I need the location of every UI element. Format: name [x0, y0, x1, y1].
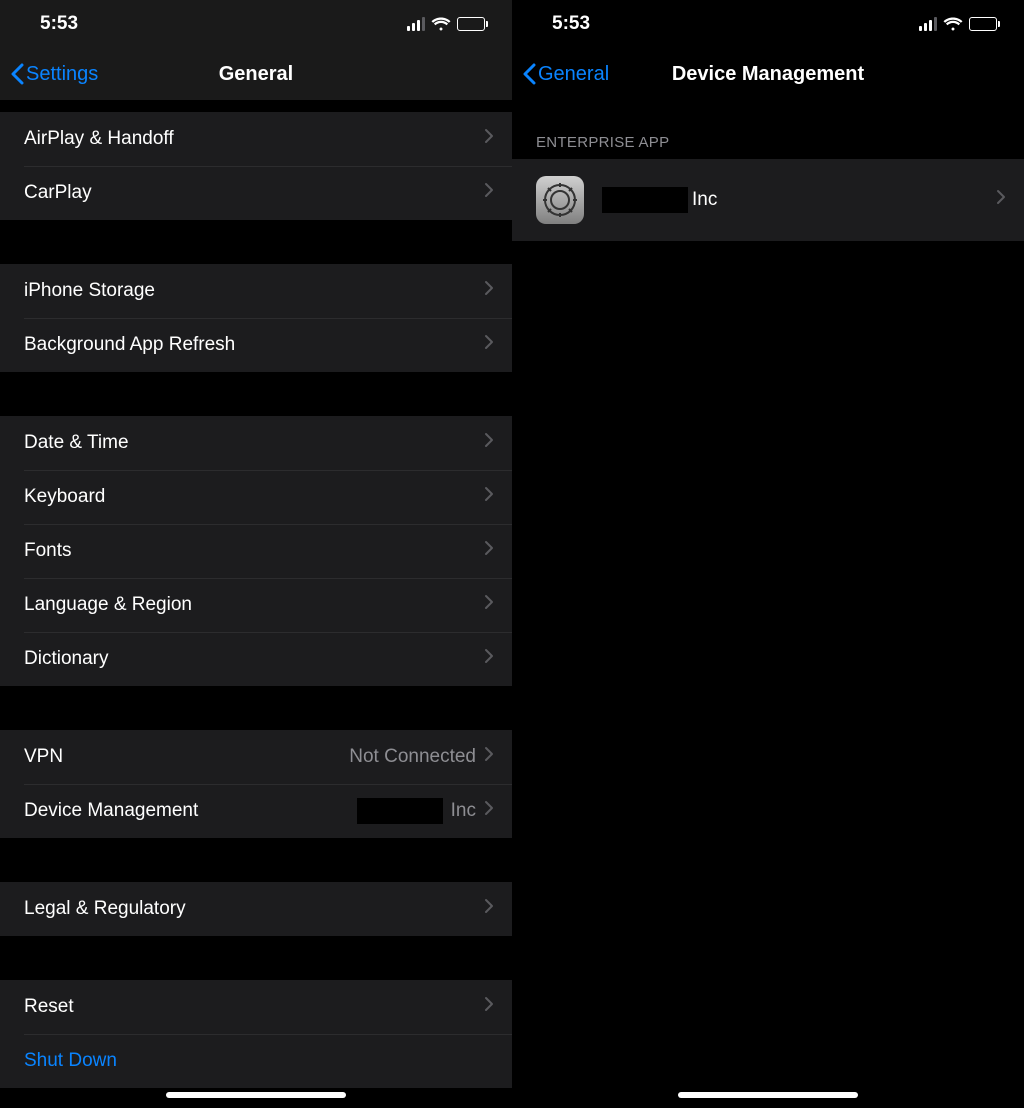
row-storage[interactable]: iPhone Storage [0, 264, 512, 318]
battery-icon [969, 17, 1000, 31]
status-bar: 5:53 [512, 0, 1024, 48]
row-carplay[interactable]: CarPlay [0, 166, 512, 220]
home-indicator[interactable] [678, 1092, 858, 1098]
row-reset[interactable]: Reset [0, 980, 512, 1034]
cellular-signal-icon [407, 17, 425, 31]
nav-bar: Settings General [0, 48, 512, 100]
chevron-right-icon [484, 648, 494, 670]
redacted-text [357, 798, 443, 824]
back-button[interactable]: Settings [10, 63, 98, 86]
row-datetime[interactable]: Date & Time [0, 416, 512, 470]
chevron-right-icon [484, 182, 494, 204]
row-dictionary[interactable]: Dictionary [0, 632, 512, 686]
battery-icon [457, 17, 488, 31]
back-label: General [538, 63, 609, 86]
chevron-right-icon [996, 189, 1006, 211]
row-label: Reset [24, 996, 484, 1018]
row-label: Device Management [24, 800, 357, 822]
nav-bar: General Device Management [512, 48, 1024, 100]
chevron-right-icon [484, 334, 494, 356]
redacted-text [602, 187, 688, 213]
chevron-right-icon [484, 746, 494, 768]
row-label: VPN [24, 746, 349, 768]
chevron-right-icon [484, 898, 494, 920]
chevron-right-icon [484, 800, 494, 822]
row-value: Inc [357, 798, 476, 824]
back-label: Settings [26, 63, 98, 86]
row-label: CarPlay [24, 182, 484, 204]
row-label: Fonts [24, 540, 484, 562]
row-devicemgmt[interactable]: Device ManagementInc [0, 784, 512, 838]
chevron-right-icon [484, 594, 494, 616]
general-settings-screen: 5:53 Settings General AirPlay & Handoff C… [0, 0, 512, 1108]
row-langregion[interactable]: Language & Region [0, 578, 512, 632]
profile-gear-icon [536, 176, 584, 224]
chevron-right-icon [484, 280, 494, 302]
chevron-right-icon [484, 540, 494, 562]
row-shutdown[interactable]: Shut Down [0, 1034, 512, 1088]
home-indicator[interactable] [166, 1092, 346, 1098]
row-label: Date & Time [24, 432, 484, 454]
row-legal[interactable]: Legal & Regulatory [0, 882, 512, 936]
profile-list: ENTERPRISE APP Inc [512, 100, 1024, 1108]
profile-name: Inc [602, 187, 996, 213]
chevron-left-icon [522, 63, 536, 85]
row-label: Background App Refresh [24, 334, 484, 356]
chevron-right-icon [484, 128, 494, 150]
chevron-right-icon [484, 486, 494, 508]
status-time: 5:53 [552, 13, 590, 35]
row-value: Not Connected [349, 746, 476, 768]
status-icons [919, 17, 1000, 31]
profile-name-suffix: Inc [692, 189, 717, 211]
row-label: Dictionary [24, 648, 484, 670]
status-icons [407, 17, 488, 31]
row-label: Legal & Regulatory [24, 898, 484, 920]
row-label: Shut Down [24, 1050, 494, 1072]
status-time: 5:53 [40, 13, 78, 35]
row-bgrefresh[interactable]: Background App Refresh [0, 318, 512, 372]
chevron-right-icon [484, 432, 494, 454]
row-label: AirPlay & Handoff [24, 128, 484, 150]
status-bar: 5:53 [0, 0, 512, 48]
row-label: Language & Region [24, 594, 484, 616]
wifi-icon [943, 17, 963, 31]
wifi-icon [431, 17, 451, 31]
back-button[interactable]: General [522, 63, 609, 86]
chevron-right-icon [484, 996, 494, 1018]
row-airplay[interactable]: AirPlay & Handoff [0, 112, 512, 166]
device-management-screen: 5:53 General Device Management ENTERPRIS… [512, 0, 1024, 1108]
section-header-enterprise: ENTERPRISE APP [512, 134, 1024, 159]
enterprise-profile-row[interactable]: Inc [512, 159, 1024, 241]
row-label: iPhone Storage [24, 280, 484, 302]
row-label: Keyboard [24, 486, 484, 508]
settings-list: AirPlay & Handoff CarPlay iPhone Storage Ba… [0, 100, 512, 1108]
chevron-left-icon [10, 63, 24, 85]
row-keyboard[interactable]: Keyboard [0, 470, 512, 524]
row-vpn[interactable]: VPNNot Connected [0, 730, 512, 784]
row-fonts[interactable]: Fonts [0, 524, 512, 578]
cellular-signal-icon [919, 17, 937, 31]
